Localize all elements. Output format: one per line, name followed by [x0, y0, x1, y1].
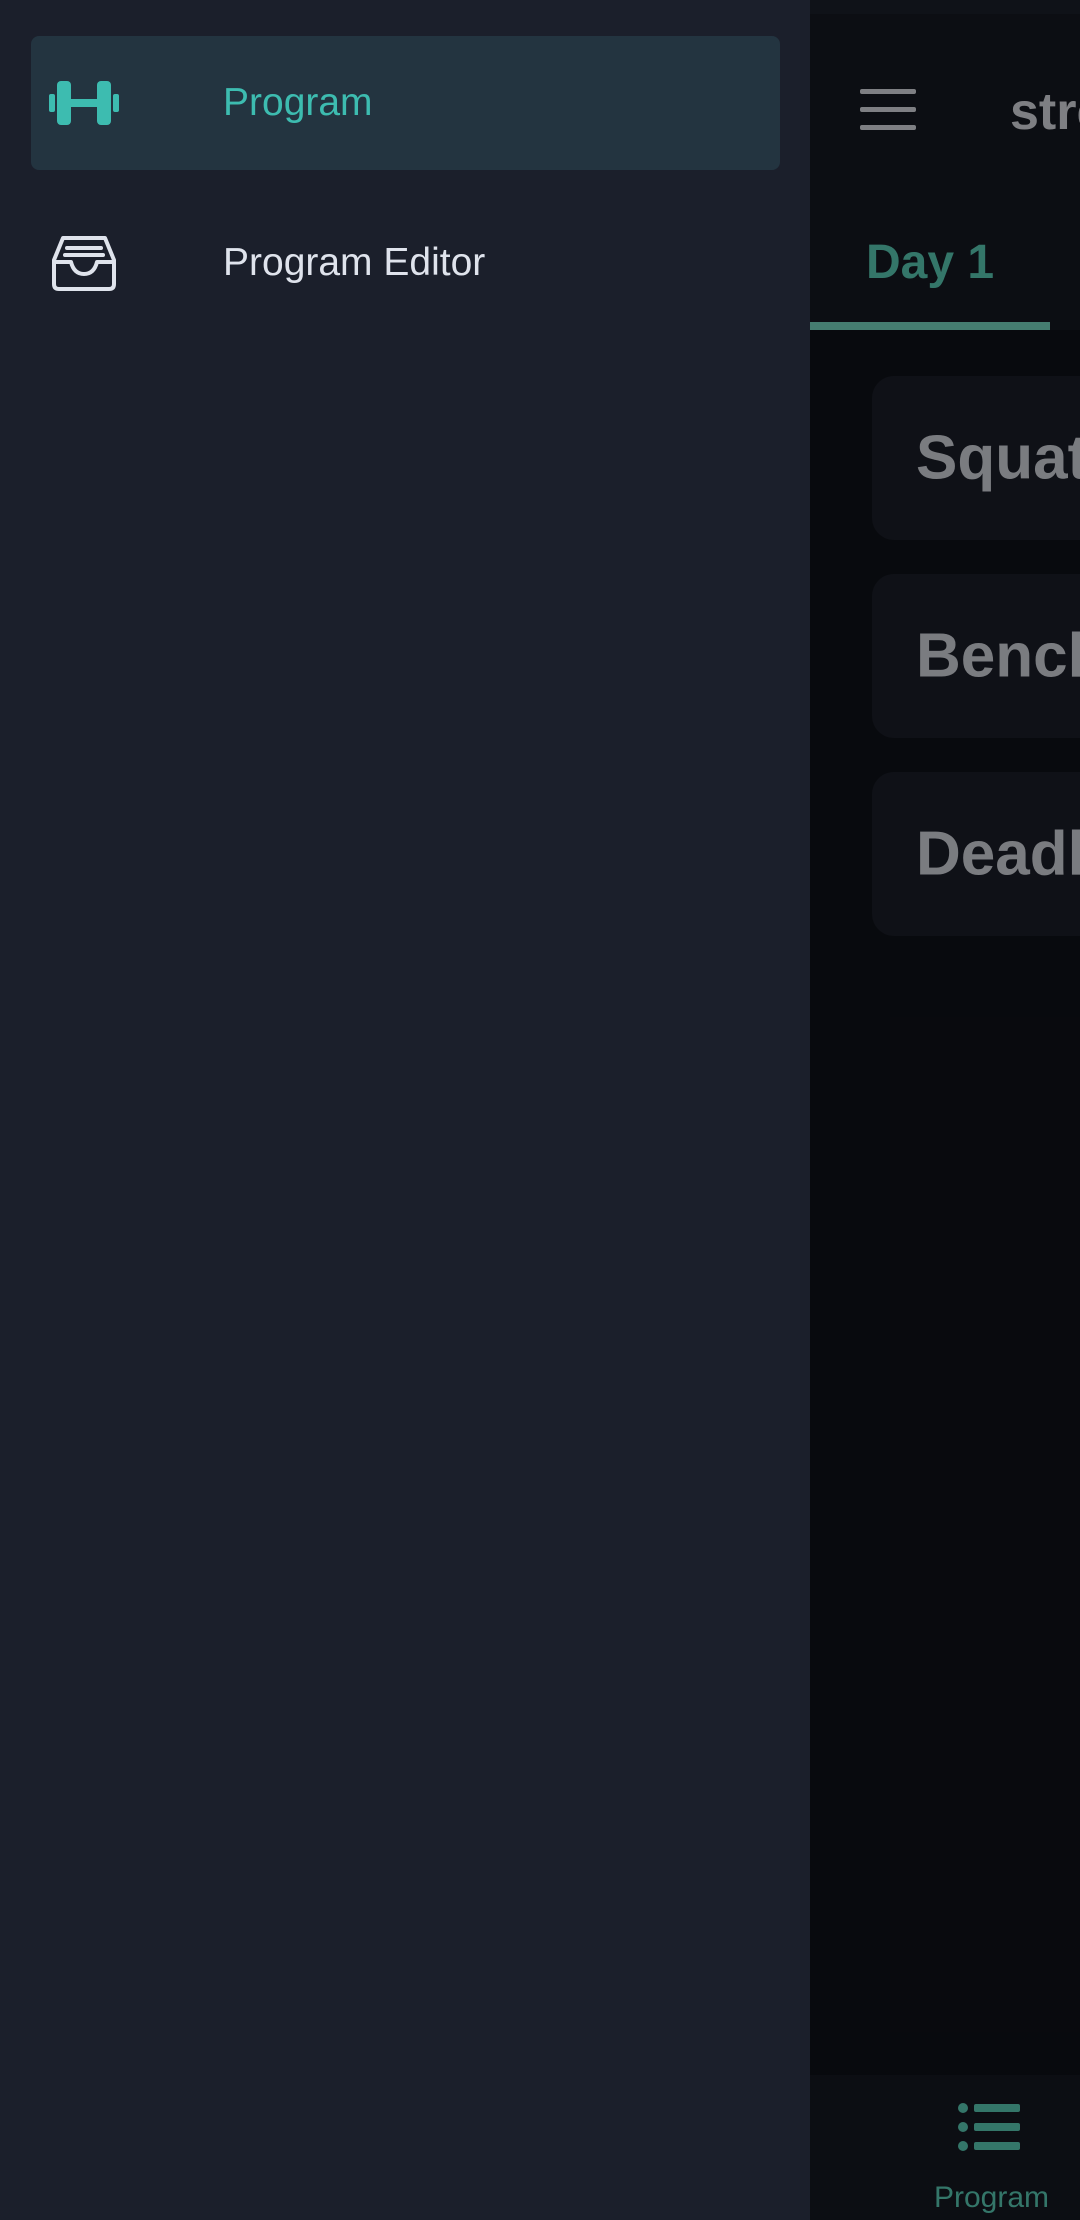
- drawer-item-program-editor[interactable]: Program Editor: [31, 196, 780, 330]
- navigation-drawer: Program Program Editor: [0, 0, 810, 2220]
- screen: strength Day 1 Squat Bench Deadlift: [0, 0, 1080, 2220]
- inbox-tray-icon: [49, 228, 119, 298]
- drawer-item-program[interactable]: Program: [31, 36, 780, 170]
- drawer-item-label: Program Editor: [223, 241, 486, 284]
- drawer-item-label: Program: [223, 81, 373, 124]
- dumbbell-icon: [49, 68, 119, 138]
